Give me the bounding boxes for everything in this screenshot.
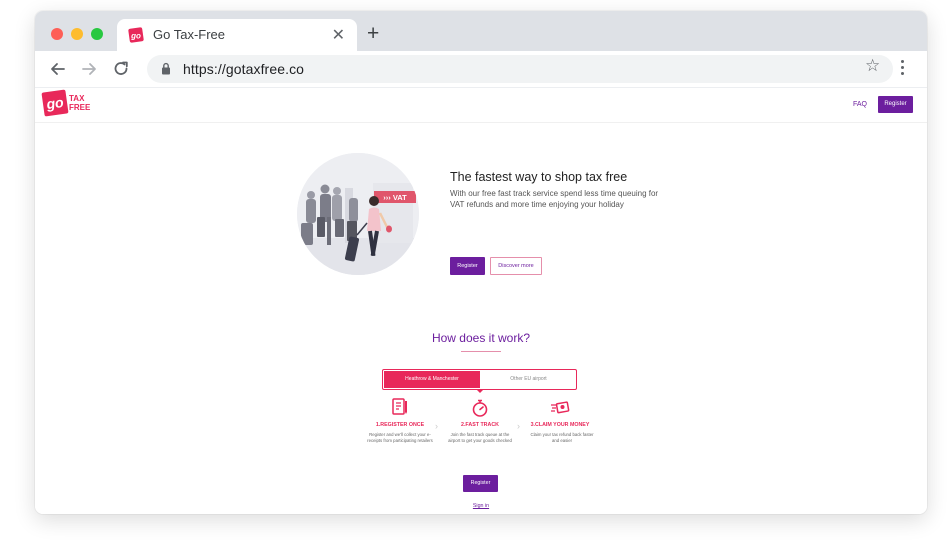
step-2-text: Join the fast track queue at the airport…	[448, 432, 512, 443]
toggle-other-eu-airport[interactable]: Other EU airport	[481, 371, 576, 388]
title-underline	[461, 351, 501, 352]
tab-title: Go Tax-Free	[153, 27, 226, 42]
vat-sign-text: ››› VAT	[383, 193, 407, 202]
airport-toggle: Heathrow & Manchester Other EU airport	[382, 369, 577, 390]
logo-wordmark: TAX FREE	[69, 94, 90, 112]
hero-illustration: ››› VAT	[297, 153, 419, 275]
browser-window: go Go Tax-Free ✕ + https://gotaxfree.co …	[35, 11, 927, 514]
gotaxfree-favicon-icon: go	[128, 27, 144, 43]
stopwatch-icon	[472, 399, 488, 417]
logo-go-mark: go	[41, 89, 69, 117]
browser-tab[interactable]: go Go Tax-Free ✕	[117, 19, 357, 51]
step-3-text: Claim your tax refund back faster and ea…	[530, 432, 594, 443]
address-bar[interactable]: https://gotaxfree.co	[147, 55, 893, 83]
back-arrow-icon[interactable]	[48, 59, 68, 79]
step-1-text: Register and we'll collect your e-receip…	[367, 432, 433, 443]
browser-menu-icon[interactable]	[901, 60, 905, 78]
svg-text:go: go	[130, 32, 141, 41]
url-text: https://gotaxfree.co	[183, 61, 305, 77]
forward-arrow-icon[interactable]	[79, 59, 99, 79]
tab-strip: go Go Tax-Free ✕ +	[35, 11, 927, 51]
how-it-works-title: How does it work?	[431, 331, 531, 345]
fast-cash-icon	[551, 401, 570, 414]
step-2-title: 2.FAST TRACK	[461, 422, 499, 428]
lock-icon	[162, 62, 170, 75]
discover-more-button[interactable]: Discover more	[490, 257, 542, 275]
airport-traveller-illustration: ››› VAT	[297, 153, 419, 275]
hero-register-button[interactable]: Register	[450, 257, 485, 275]
web-page: go TAX FREE FAQ Register ››› VAT The fas…	[35, 88, 927, 514]
bottom-register-button[interactable]: Register	[463, 475, 498, 492]
maximize-window-button[interactable]	[91, 28, 103, 40]
step-1-title: 1.REGISTER ONCE	[375, 422, 425, 428]
hero-title: The fastest way to shop tax free	[450, 170, 628, 184]
step-3-title: 3.CLAIM YOUR MONEY	[530, 422, 590, 428]
toggle-heathrow-manchester[interactable]: Heathrow & Manchester	[384, 371, 480, 388]
bookmark-star-icon[interactable]: ☆	[865, 56, 880, 76]
close-window-button[interactable]	[51, 28, 63, 40]
faq-link[interactable]: FAQ	[853, 101, 867, 108]
reload-icon[interactable]	[111, 59, 131, 79]
document-icon	[392, 398, 407, 415]
close-tab-icon[interactable]: ✕	[332, 25, 345, 45]
logo-line-free: FREE	[69, 103, 91, 112]
browser-toolbar: https://gotaxfree.co ☆	[35, 51, 927, 88]
minimize-window-button[interactable]	[71, 28, 83, 40]
new-tab-icon[interactable]: +	[367, 22, 379, 46]
header-register-button[interactable]: Register	[878, 96, 913, 113]
gotaxfree-logo[interactable]: go TAX FREE	[41, 89, 93, 117]
site-header: go TAX FREE FAQ Register	[35, 88, 927, 123]
sign-in-link[interactable]: Sign in	[35, 503, 927, 509]
hero-description: With our free fast track service spend l…	[450, 189, 659, 209]
toggle-indicator-caret	[477, 390, 483, 393]
logo-line-tax: TAX	[69, 94, 85, 103]
